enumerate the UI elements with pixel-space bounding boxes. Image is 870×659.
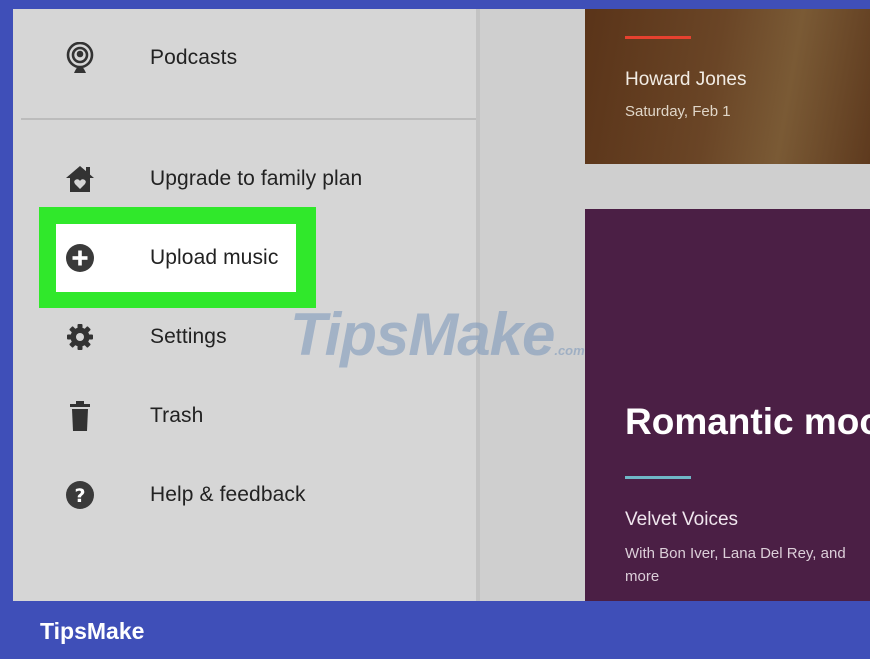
nav-item-help-feedback[interactable]: ? Help & feedback (13, 465, 476, 525)
nav-item-upload-music[interactable]: Upload music (13, 228, 476, 288)
watermark: TipsMake.com (290, 300, 585, 369)
event-accent-line (625, 36, 691, 39)
nav-label-podcasts: Podcasts (150, 46, 238, 69)
nav-label-upgrade-family: Upgrade to family plan (150, 167, 363, 190)
svg-text:?: ? (74, 485, 85, 507)
nav-label-upload-music: Upload music (150, 246, 279, 269)
podcast-icon (63, 41, 97, 75)
drawer-divider (21, 118, 476, 120)
add-circle-icon (63, 241, 97, 275)
footer-bar: TipsMake (0, 601, 870, 659)
event-card[interactable]: Howard Jones Saturday, Feb 1 (585, 9, 870, 164)
gear-icon (63, 320, 97, 354)
nav-label-help-feedback: Help & feedback (150, 483, 306, 506)
nav-item-upgrade-family[interactable]: Upgrade to family plan (13, 149, 476, 209)
event-date: Saturday, Feb 1 (625, 103, 731, 120)
nav-label-trash: Trash (150, 404, 204, 427)
nav-item-podcasts[interactable]: Podcasts (13, 28, 476, 88)
mood-card[interactable]: Romantic moo Velvet Voices With Bon Iver… (585, 209, 870, 601)
footer-brand: TipsMake (40, 618, 145, 644)
watermark-text: TipsMake (290, 301, 555, 368)
mood-title: Romantic moo (625, 401, 870, 442)
help-icon: ? (63, 478, 97, 512)
event-artist: Howard Jones (625, 69, 747, 90)
watermark-suffix: .com (554, 343, 585, 358)
trash-icon (63, 399, 97, 433)
home-icon (63, 162, 97, 196)
nav-label-settings: Settings (150, 325, 227, 348)
nav-item-trash[interactable]: Trash (13, 386, 476, 446)
mood-accent-line (625, 476, 691, 479)
mood-description: With Bon Iver, Lana Del Rey, and more (625, 545, 846, 585)
mood-playlist: Velvet Voices (625, 509, 739, 530)
